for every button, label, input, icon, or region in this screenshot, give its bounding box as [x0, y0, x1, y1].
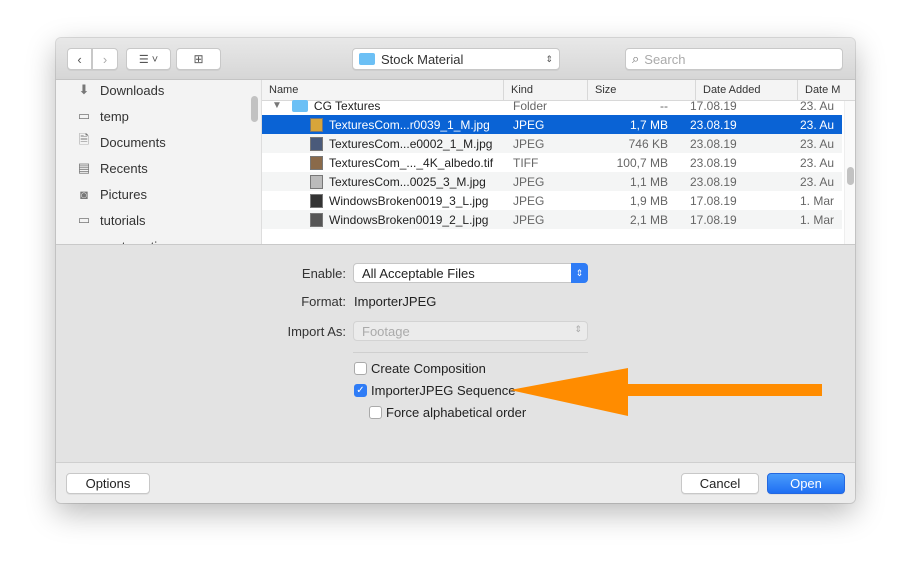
create-composition-label: Create Composition	[371, 361, 486, 376]
file-thumbnail-icon	[310, 155, 323, 170]
file-thumbnail-icon	[310, 212, 323, 227]
file-thumbnail-icon	[310, 193, 323, 208]
toolbar: ‹ › ☰ ˅ ⊞ Stock Material ⇕ ⌕ Search	[56, 38, 855, 80]
format-label: Format:	[301, 294, 346, 309]
file-thumbnail-icon	[310, 117, 323, 132]
back-button[interactable]: ‹	[67, 48, 92, 70]
camera-icon: ◙	[80, 186, 88, 202]
folder-icon: ▭	[77, 212, 91, 227]
new-folder-button[interactable]: ⊞	[176, 48, 221, 70]
import-options-panel: Enable: All Acceptable Files ⇕ Format: Im…	[56, 244, 855, 462]
download-icon: ⬇	[78, 82, 90, 97]
folder-icon	[359, 53, 375, 65]
vertical-scrollbar[interactable]	[844, 101, 855, 244]
chevron-left-icon: ‹	[77, 51, 82, 67]
sequence-label: ImporterJPEG Sequence	[371, 383, 516, 398]
file-row[interactable]: TexturesCom...e0002_1_M.jpg JPEG 746 KB …	[262, 134, 842, 153]
create-composition-checkbox[interactable]	[354, 362, 367, 375]
file-thumbnail-icon	[310, 136, 323, 151]
format-value: ImporterJPEG	[354, 294, 437, 309]
cancel-button[interactable]: Cancel	[681, 473, 759, 494]
sidebar-scrollbar[interactable]	[251, 96, 258, 122]
forward-button[interactable]: ›	[92, 48, 118, 70]
arrow-annotation	[510, 368, 822, 416]
new-folder-icon: ⊞	[193, 52, 204, 66]
sidebar: ⬇ Downloads ▭ temp 🗎 Documents ▤ Recents ◙ Pictur…	[56, 80, 262, 244]
search-input[interactable]: ⌕ Search	[625, 48, 843, 70]
open-button[interactable]: Open	[767, 473, 845, 494]
document-icon: 🗎	[78, 132, 90, 147]
checkmark-icon: ✓	[356, 385, 365, 396]
sidebar-item-documents[interactable]: 🗎 Documents	[56, 129, 261, 155]
sidebar-item-label: Documents	[100, 134, 166, 150]
sidebar-item-recents[interactable]: ▤ Recents	[56, 155, 261, 181]
sidebar-item-automation[interactable]: ▭_automation	[56, 233, 261, 244]
sidebar-item-tutorials[interactable]: ▭ tutorials	[56, 207, 261, 233]
sidebar-item-label: temp	[100, 108, 129, 124]
sidebar-item-label: tutorials	[100, 212, 146, 228]
arrow-icon	[510, 368, 822, 416]
separator	[353, 352, 588, 353]
updown-icon: ⇕	[574, 324, 582, 334]
file-row[interactable]: TexturesCom_..._4K_albedo.tif TIFF 100,7…	[262, 153, 842, 172]
file-row[interactable]: TexturesCom...r0039_1_M.jpg JPEG 1,7 MB …	[262, 115, 842, 134]
sidebar-item-downloads[interactable]: ⬇ Downloads	[56, 80, 261, 103]
file-thumbnail-icon	[310, 174, 323, 189]
location-popup[interactable]: Stock Material ⇕	[352, 48, 560, 70]
folder-icon	[291, 99, 308, 112]
view-mode-button[interactable]: ☰ ˅	[126, 48, 171, 70]
sidebar-item-temp[interactable]: ▭ temp	[56, 103, 261, 129]
file-row[interactable]: TexturesCom...0025_3_M.jpg JPEG 1,1 MB 2…	[262, 172, 842, 191]
import-as-select[interactable]: Footage ⇕	[353, 321, 588, 341]
options-button[interactable]: Options	[66, 473, 150, 494]
folder-row[interactable]: ▼ CG Textures Folder -- 17.08.19 23. Au	[262, 96, 842, 115]
sidebar-item-label: Recents	[100, 160, 148, 176]
updown-icon: ⇕	[545, 53, 553, 64]
dialog-footer: Options Cancel Open	[56, 462, 855, 503]
list-view-icon: ☰ ˅	[138, 53, 159, 66]
import-as-label: Import As:	[287, 324, 346, 339]
updown-icon: ⇕	[571, 263, 588, 283]
open-dialog: ‹ › ☰ ˅ ⊞ Stock Material ⇕ ⌕ Search ⬇ Dow…	[56, 38, 855, 503]
disclosure-triangle-icon[interactable]: ▼	[272, 100, 282, 111]
chevron-right-icon: ›	[102, 51, 108, 67]
alphabetical-checkbox[interactable]	[369, 406, 382, 419]
file-row[interactable]: WindowsBroken0019_3_L.jpg JPEG 1,9 MB 17…	[262, 191, 842, 210]
folder-icon: ▭	[77, 108, 91, 123]
recents-icon: ▤	[77, 160, 91, 175]
enable-select[interactable]: All Acceptable Files ⇕	[353, 263, 588, 283]
sequence-checkbox[interactable]: ✓	[354, 384, 367, 397]
sidebar-item-label: Pictures	[100, 186, 147, 202]
sidebar-item-label: Downloads	[100, 82, 165, 98]
sidebar-item-pictures[interactable]: ◙ Pictures	[56, 181, 261, 207]
search-icon: ⌕	[632, 51, 640, 66]
file-list: Name Kind Size Date Added Date M ▼ CG Tex…	[262, 80, 855, 244]
enable-label: Enable:	[301, 266, 346, 281]
file-row[interactable]: WindowsBroken0019_2_L.jpg JPEG 2,1 MB 17…	[262, 210, 842, 229]
